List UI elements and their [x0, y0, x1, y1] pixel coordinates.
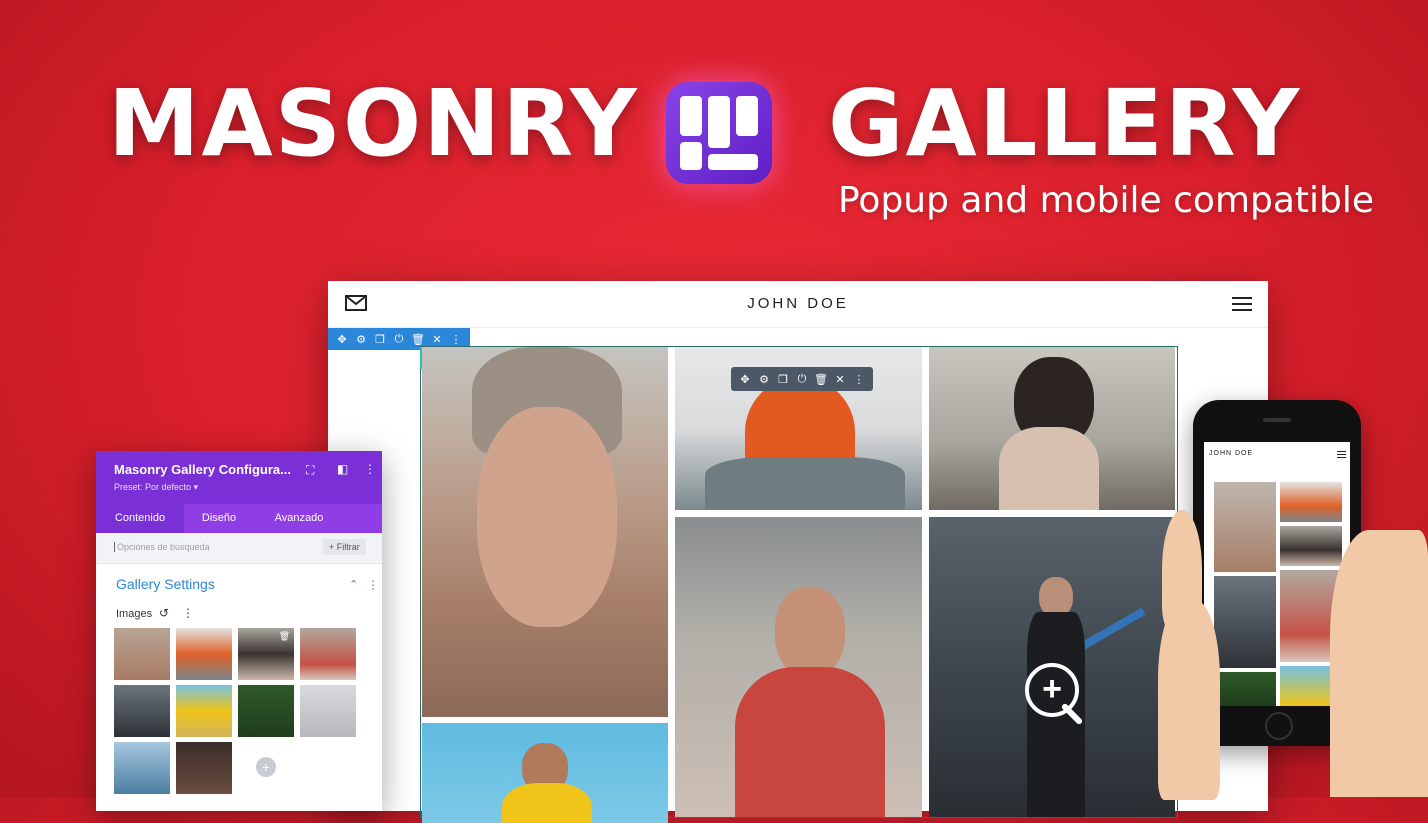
power-icon[interactable]: ⏻ [794, 373, 810, 386]
image-thumbnail[interactable] [114, 628, 170, 680]
image-thumbnail[interactable] [176, 628, 232, 680]
hero-title-left: MASONRY [108, 70, 639, 177]
image-thumbnail[interactable] [176, 742, 232, 794]
phone-site-title: JOHN DOE [1209, 450, 1254, 457]
split-view-icon[interactable]: ◧ [337, 462, 348, 476]
gear-icon[interactable]: ⚙ [756, 373, 772, 386]
gallery-photo-yellow-hoodie[interactable] [422, 723, 668, 823]
phone-gallery-photo[interactable] [1214, 672, 1276, 706]
more-icon[interactable]: ⋮ [367, 578, 379, 592]
browser-window: JOHN DOE ✥ ⚙ ❐ ⏻ 🗑 ✕ ⋮ ✥ ⚙ ❐ ▥ ⏻ 🗑 ✕ ⋮ [328, 281, 1268, 823]
more-icon[interactable]: ⋮ [182, 606, 194, 620]
images-label: Images [116, 608, 153, 620]
module-toolbar: ✥ ⚙ ❐ ⏻ 🗑 ✕ ⋮ [731, 367, 873, 391]
panel-title: Masonry Gallery Configura... [114, 462, 291, 477]
gallery-photo-woman-sunglasses[interactable] [675, 517, 922, 817]
trash-icon[interactable]: 🗑 [813, 373, 829, 386]
add-image-button[interactable]: + [256, 757, 276, 777]
phone-speaker [1263, 418, 1291, 422]
more-icon[interactable]: ⋮ [851, 373, 867, 386]
power-icon[interactable]: ⏻ [391, 333, 407, 346]
gallery-photo-man-portrait[interactable] [422, 347, 668, 717]
expand-icon[interactable]: ⛶ [306, 463, 314, 478]
image-thumbnail[interactable] [238, 685, 294, 737]
phone-gallery-photo[interactable] [1280, 526, 1342, 566]
chevron-up-icon[interactable]: ⌃ [349, 578, 358, 591]
move-icon[interactable]: ✥ [334, 333, 350, 346]
trash-icon[interactable]: 🗑 [279, 631, 290, 642]
site-header: JOHN DOE [328, 281, 1268, 328]
phone-gallery-photo[interactable] [1214, 482, 1276, 572]
duplicate-icon[interactable]: ❐ [775, 373, 791, 386]
move-icon[interactable]: ✥ [737, 373, 753, 386]
phone-home-button [1265, 712, 1293, 740]
gear-icon[interactable]: ⚙ [353, 333, 369, 346]
filter-button[interactable]: + Filtrar [323, 539, 366, 555]
gallery-photo-woman-flowers[interactable] [929, 347, 1175, 510]
image-thumbnail[interactable] [300, 685, 356, 737]
phone-gallery-photo[interactable] [1280, 482, 1342, 522]
panel-preset[interactable]: Preset: Por defecto ▾ [114, 482, 198, 493]
tab-contenido[interactable]: Contenido [96, 504, 184, 533]
panel-tabs: Contenido Diseño Avanzado [96, 504, 382, 533]
hamburger-menu-icon[interactable] [1232, 297, 1252, 311]
hand-palm [1330, 530, 1428, 797]
tab-avanzado[interactable]: Avanzado [256, 504, 342, 533]
phone-gallery-photo[interactable] [1214, 576, 1276, 668]
trash-icon[interactable]: 🗑 [410, 333, 426, 346]
phone-hamburger-icon[interactable] [1337, 451, 1346, 458]
duplicate-icon[interactable]: ❐ [372, 333, 388, 346]
hero-title-right: GALLERY [828, 70, 1302, 177]
image-thumbnail[interactable] [114, 742, 170, 794]
hand-finger [1162, 510, 1202, 630]
hand [1158, 600, 1220, 800]
section-title[interactable]: Gallery Settings [116, 576, 215, 592]
panel-header: Masonry Gallery Configura... Preset: Por… [96, 451, 382, 504]
phone-screen: JOHN DOE [1204, 442, 1350, 706]
search-input[interactable]: Opciones de búsqueda [114, 542, 210, 552]
close-icon[interactable]: ✕ [832, 373, 848, 386]
close-icon[interactable]: ✕ [429, 333, 445, 346]
masonry-logo-icon [666, 82, 772, 184]
tab-diseno[interactable]: Diseño [184, 504, 254, 533]
more-icon[interactable]: ⋮ [364, 462, 376, 476]
image-thumbnail[interactable]: 🗑 [238, 628, 294, 680]
hero-subtitle: Popup and mobile compatible [838, 180, 1375, 221]
settings-panel: Masonry Gallery Configura... Preset: Por… [96, 451, 382, 811]
search-bar: Opciones de búsqueda + Filtrar [96, 533, 382, 564]
image-thumbnail[interactable] [300, 628, 356, 680]
gallery-photo-man-bridge[interactable]: + [929, 517, 1175, 817]
reset-icon[interactable]: ↺ [159, 606, 169, 620]
image-thumbnail[interactable] [114, 685, 170, 737]
site-title: JOHN DOE [747, 295, 849, 312]
more-icon[interactable]: ⋮ [448, 333, 464, 346]
image-thumbnail[interactable] [176, 685, 232, 737]
